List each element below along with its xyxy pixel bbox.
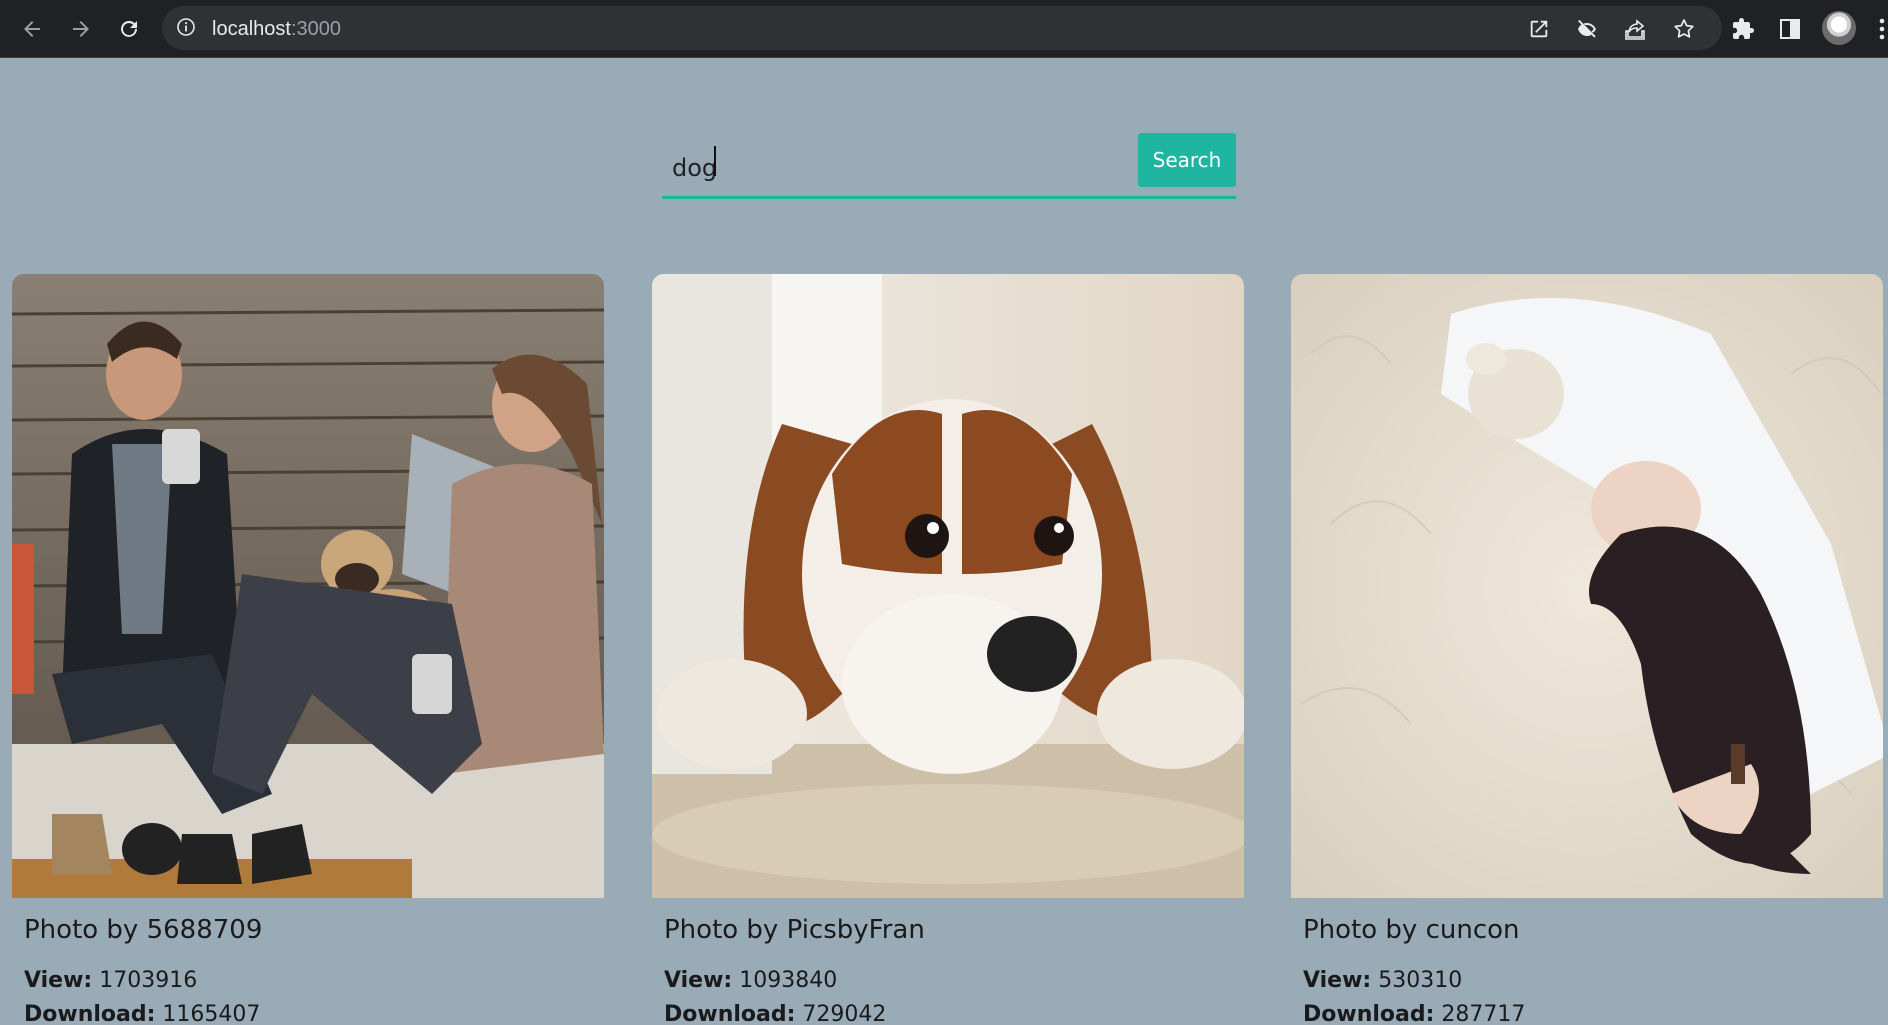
view-value: 1093840 [739,968,838,993]
view-label: View: [1303,968,1372,993]
download-label: Download: [24,1002,156,1025]
view-value: 530310 [1378,968,1463,993]
forward-arrow-icon[interactable] [64,12,98,46]
photo-image-woman-with-puppy[interactable] [1291,274,1883,898]
reload-icon[interactable] [112,12,146,46]
page-content: Search [0,58,1888,1025]
side-panel-icon[interactable] [1773,12,1807,46]
photo-card: Photo by cuncon View: 530310 Download: 2… [1291,274,1883,1025]
download-value: 1165407 [162,1002,261,1025]
back-arrow-icon[interactable] [15,12,49,46]
photo-title: Photo by PicsbyFran [664,915,925,945]
search-input[interactable] [672,148,1132,188]
search-button[interactable]: Search [1138,133,1236,187]
extensions-puzzle-icon[interactable] [1726,12,1760,46]
browser-toolbar: localhost:3000 [0,0,1888,58]
url-port: :3000 [290,18,341,40]
info-icon[interactable] [176,17,196,37]
view-count: View: 1703916 [24,968,197,993]
download-count: Download: 729042 [664,1002,886,1025]
browser-window: localhost:3000 S [0,0,1888,1025]
url-text: localhost:3000 [212,18,341,41]
view-count: View: 530310 [1303,968,1462,993]
share-icon[interactable] [1622,16,1648,42]
photo-title: Photo by 5688709 [24,915,263,945]
download-count: Download: 1165407 [24,1002,260,1025]
photo-image-spaniel-puppy[interactable] [652,274,1244,898]
more-vert-icon[interactable] [1876,14,1888,44]
star-icon[interactable] [1671,16,1697,42]
view-count: View: 1093840 [664,968,837,993]
download-value: 287717 [1441,1002,1526,1025]
eye-off-icon[interactable] [1574,16,1600,42]
photo-card: Photo by 5688709 View: 1703916 Download:… [12,274,604,1025]
download-label: Download: [1303,1002,1435,1025]
url-host: localhost [212,18,291,40]
profile-avatar[interactable] [1822,11,1856,45]
download-label: Download: [664,1002,796,1025]
download-count: Download: 287717 [1303,1002,1525,1025]
open-external-icon[interactable] [1526,16,1552,42]
search-form: Search [662,133,1236,199]
text-caret [714,146,716,176]
view-value: 1703916 [99,968,198,993]
photo-image-couple-with-pug[interactable] [12,274,604,898]
download-value: 729042 [802,1002,887,1025]
view-label: View: [664,968,733,993]
photo-card: Photo by PicsbyFran View: 1093840 Downlo… [652,274,1244,1025]
photo-title: Photo by cuncon [1303,915,1520,945]
address-bar[interactable]: localhost:3000 [162,6,1722,50]
view-label: View: [24,968,93,993]
